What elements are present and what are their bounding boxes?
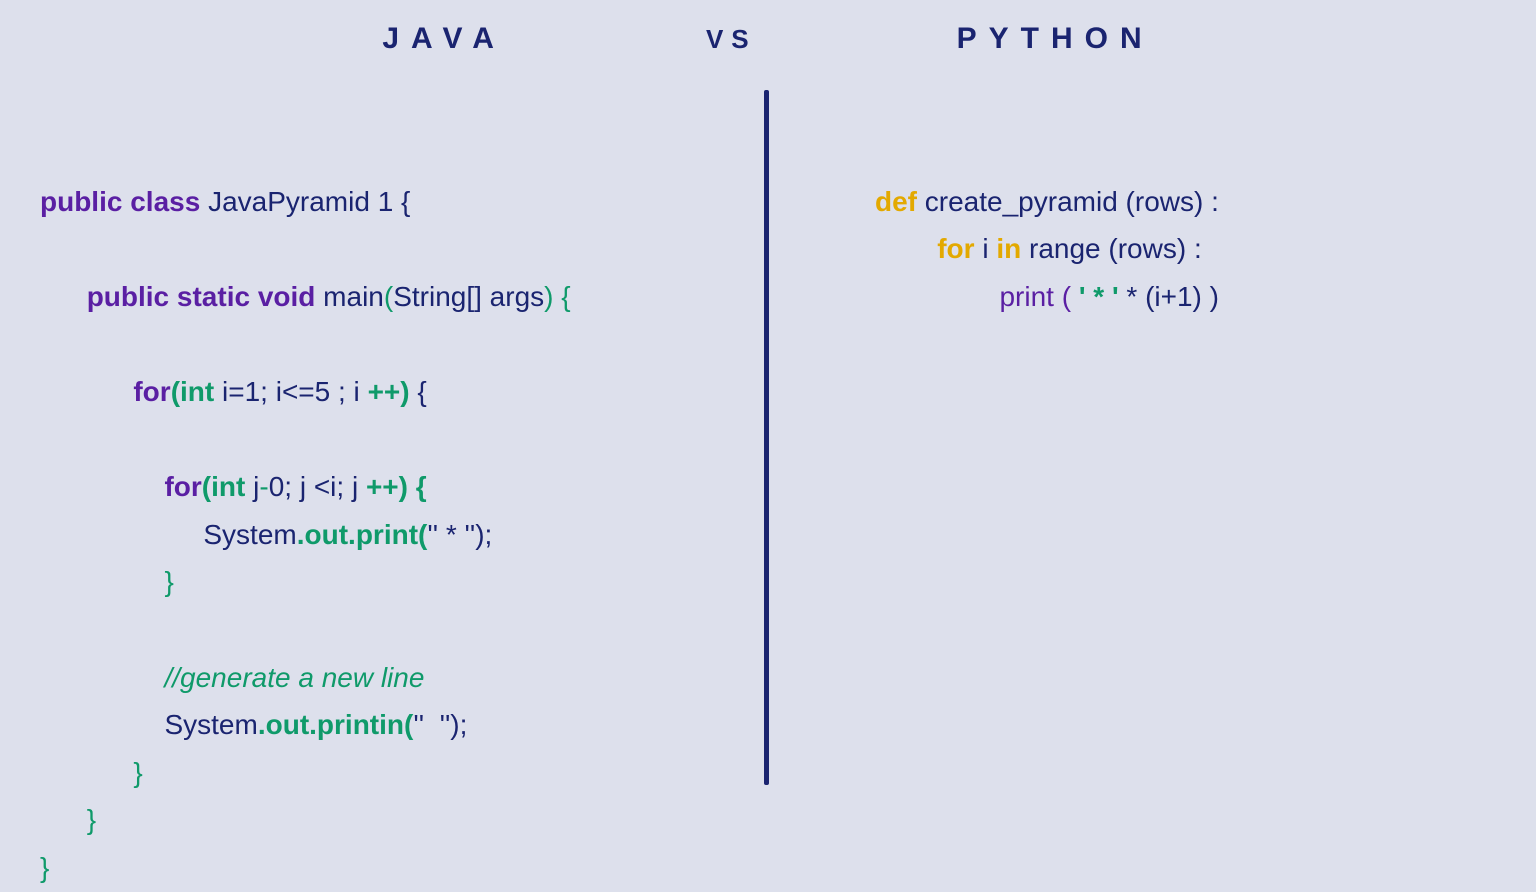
java-main-args: String[] args <box>393 281 544 312</box>
py-print: print ( <box>999 281 1078 312</box>
java-code-block: public class JavaPyramid 1 { public stat… <box>40 130 571 892</box>
java-main: main <box>323 281 384 312</box>
py-for: for <box>937 233 982 264</box>
java-close-outer-for: } <box>133 757 142 788</box>
java-kw-public-static-void: public static void <box>87 281 323 312</box>
py-star: ' * ' <box>1079 281 1127 312</box>
py-range: range (rows) : <box>1029 233 1202 264</box>
java-cond-outer: i=1; i<=5 ; i <box>222 376 368 407</box>
java-outprintln: .out.printin( <box>258 709 414 740</box>
java-cond-inner: 0; j <i; j <box>269 471 366 502</box>
java-paren2: ( <box>202 471 211 502</box>
header-python-title: PYTHON <box>957 22 1154 56</box>
java-system2: System <box>164 709 257 740</box>
java-brace-outer: { <box>417 376 426 407</box>
java-paren-close: ) { <box>544 281 570 312</box>
java-for-inner: for <box>164 471 201 502</box>
java-kw-public-class: public class <box>40 186 208 217</box>
java-printarg2: '' ''); <box>413 709 467 740</box>
py-i: i <box>982 233 996 264</box>
java-int-inner: int <box>211 471 253 502</box>
python-code-block: def create_pyramid (rows) : for i in ran… <box>875 130 1219 320</box>
header-java-title: JAVA <box>382 22 506 56</box>
java-pp-outer: ++) <box>368 376 418 407</box>
py-funcname: create_pyramid (rows) : <box>925 186 1219 217</box>
comparison-header: JAVA VS PYTHON <box>0 0 1536 56</box>
java-paren-open: ( <box>384 281 393 312</box>
py-def: def <box>875 186 925 217</box>
py-mult: * (i+1) ) <box>1126 281 1219 312</box>
java-comment: //generate a new line <box>164 662 424 693</box>
java-int-outer: int <box>180 376 222 407</box>
java-classname: JavaPyramid 1 { <box>208 186 410 217</box>
java-close-main: } <box>87 804 96 835</box>
java-outprint1: .out.print( <box>297 519 428 550</box>
java-paren: ( <box>171 376 180 407</box>
header-vs-label: VS <box>706 24 757 55</box>
vertical-divider <box>764 90 769 785</box>
java-close-inner: } <box>164 566 173 597</box>
java-dash: - <box>259 471 268 502</box>
java-system1: System <box>203 519 296 550</box>
java-for-outer: for <box>133 376 170 407</box>
java-close-class: } <box>40 852 49 883</box>
java-pp-inner: ++) { <box>366 471 427 502</box>
py-in: in <box>996 233 1029 264</box>
java-printarg1: '' * ''); <box>427 519 492 550</box>
